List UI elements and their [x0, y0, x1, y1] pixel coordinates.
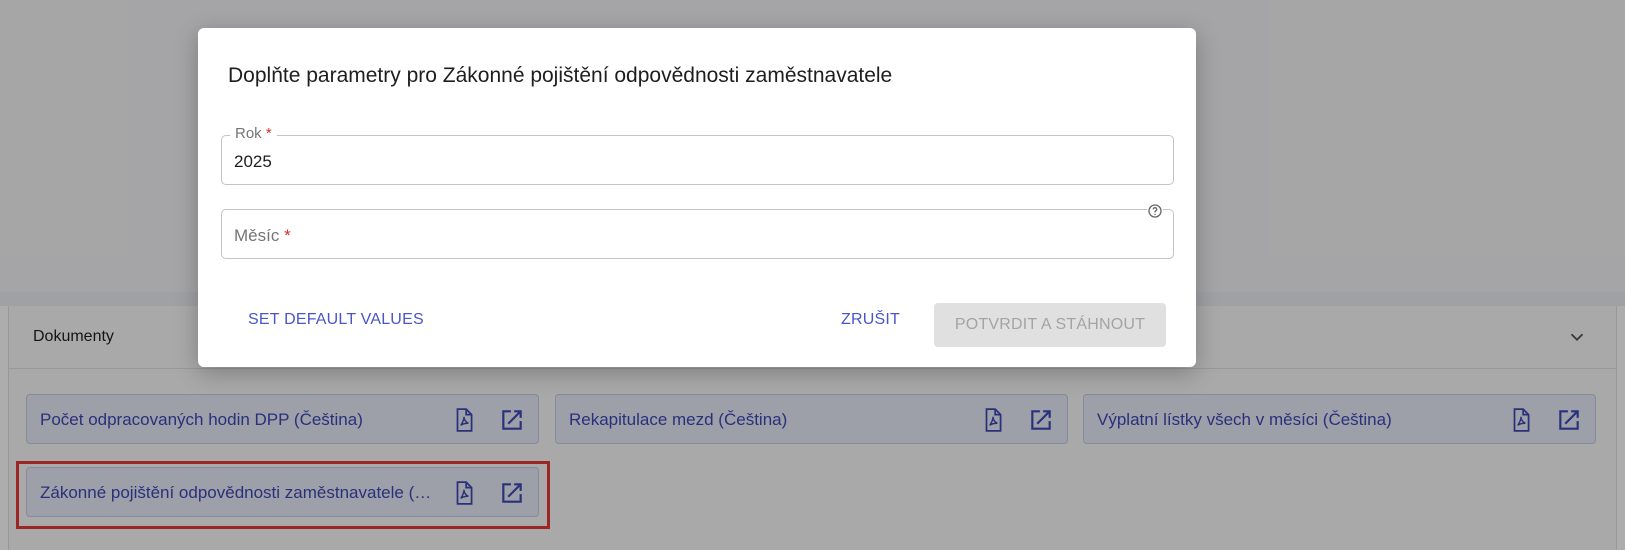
parameters-dialog: Doplňte parametry pro Zákonné pojištění … — [198, 28, 1196, 367]
month-field-label: Měsíc * — [234, 226, 291, 245]
confirm-download-button[interactable]: POTVRDIT A STÁHNOUT — [934, 303, 1166, 347]
required-mark: * — [265, 125, 272, 142]
help-circle-icon[interactable] — [1147, 203, 1163, 219]
dialog-title: Doplňte parametry pro Zákonné pojištění … — [228, 64, 893, 87]
cancel-button[interactable]: ZRUŠIT — [841, 311, 900, 329]
required-mark: * — [284, 226, 291, 245]
month-field[interactable]: Měsíc * — [221, 203, 1174, 259]
year-field[interactable]: Rok * — [221, 125, 1174, 185]
set-default-values-button[interactable]: SET DEFAULT VALUES — [248, 311, 424, 329]
year-input[interactable] — [234, 152, 1134, 172]
year-field-label: Rok * — [230, 125, 277, 142]
